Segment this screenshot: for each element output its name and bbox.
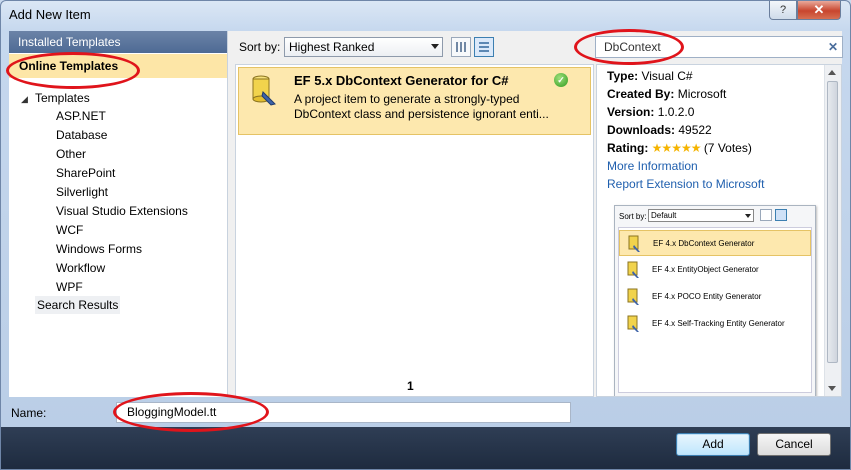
search-input-value: DbContext bbox=[604, 40, 661, 54]
detail-downloads-value: 49522 bbox=[678, 123, 712, 137]
tree-item-wcf[interactable]: WCF bbox=[56, 221, 83, 239]
preview-sort-label: Sort by: bbox=[619, 212, 647, 221]
nav-installed-templates[interactable]: Installed Templates bbox=[9, 31, 227, 53]
result-title: EF 5.x DbContext Generator for C# bbox=[294, 73, 509, 88]
sort-by-label: Sort by: bbox=[239, 40, 281, 54]
tree-item-silverlight[interactable]: Silverlight bbox=[56, 183, 108, 201]
sort-by-dropdown[interactable]: Highest Ranked bbox=[284, 37, 443, 57]
title-bar: Add New Item ? ✕ bbox=[1, 1, 850, 29]
detail-type: Type: Visual C# bbox=[607, 67, 693, 85]
preview-list-item: EF 4.x POCO Entity Generator bbox=[619, 284, 811, 310]
report-extension-link[interactable]: Report Extension to Microsoft bbox=[607, 175, 764, 193]
help-button[interactable]: ? bbox=[769, 1, 797, 20]
tree-item-vs-extensions[interactable]: Visual Studio Extensions bbox=[56, 202, 188, 220]
name-label: Name: bbox=[11, 406, 47, 420]
detail-downloads: Downloads: 49522 bbox=[607, 121, 712, 139]
preview-list-item: EF 4.x DbContext Generator bbox=[619, 230, 811, 256]
preview-template-icon bbox=[627, 315, 639, 332]
scroll-thumb[interactable] bbox=[827, 81, 838, 363]
detail-created-by: Created By: Microsoft bbox=[607, 85, 726, 103]
tree-item-wpf[interactable]: WPF bbox=[56, 278, 83, 296]
list-icon bbox=[479, 42, 489, 52]
preview-image: Sort by: Default EF 4.x DbContext Genera… bbox=[614, 205, 816, 396]
template-navigation: Installed Templates Online Templates ◢ Te… bbox=[9, 31, 228, 397]
cancel-button[interactable]: Cancel bbox=[757, 433, 831, 456]
add-button[interactable]: Add bbox=[676, 433, 750, 456]
detail-version-label: Version: bbox=[607, 105, 655, 119]
detail-type-value: Visual C# bbox=[641, 69, 693, 83]
tree-item-sharepoint[interactable]: SharePoint bbox=[56, 164, 115, 182]
tree-templates-label: Templates bbox=[35, 91, 90, 105]
list-item[interactable]: EF 5.x DbContext Generator for C# A proj… bbox=[238, 67, 591, 135]
list-view-button[interactable] bbox=[474, 37, 494, 57]
preview-item-label: EF 4.x EntityObject Generator bbox=[652, 265, 759, 274]
tree-item-other[interactable]: Other bbox=[56, 145, 86, 163]
preview-item-label: EF 4.x DbContext Generator bbox=[653, 239, 755, 248]
detail-version: Version: 1.0.2.0 bbox=[607, 103, 694, 121]
preview-item-label: EF 4.x POCO Entity Generator bbox=[652, 292, 762, 301]
tree-templates-root[interactable]: ◢ Templates bbox=[21, 89, 90, 108]
preview-list-view-icon bbox=[775, 209, 787, 221]
add-new-item-dialog: Add New Item ? ✕ Installed Templates Onl… bbox=[0, 0, 851, 470]
preview-sort-value: Default bbox=[651, 211, 677, 220]
detail-downloads-label: Downloads: bbox=[607, 123, 675, 137]
chevron-down-icon bbox=[431, 44, 439, 49]
results-list: EF 5.x DbContext Generator for C# A proj… bbox=[235, 64, 594, 397]
close-button[interactable]: ✕ bbox=[797, 1, 841, 20]
rating-stars-icon: ★★★★★ bbox=[651, 141, 702, 155]
tree-item-windows-forms[interactable]: Windows Forms bbox=[56, 240, 142, 258]
search-input[interactable]: DbContext ✕ bbox=[595, 36, 843, 58]
rating-votes: (7 Votes) bbox=[703, 141, 752, 155]
scroll-down-icon[interactable] bbox=[828, 386, 836, 391]
sort-by-value: Highest Ranked bbox=[289, 40, 375, 54]
clear-search-icon[interactable]: ✕ bbox=[828, 37, 838, 57]
name-field[interactable]: BloggingModel.tt bbox=[116, 402, 571, 423]
window-title: Add New Item bbox=[9, 7, 91, 22]
preview-list: EF 4.x DbContext Generator EF 4.x Entity… bbox=[618, 227, 812, 393]
preview-list-item: EF 4.x Self-Tracking Entity Generator bbox=[619, 311, 811, 337]
small-icons-view-button[interactable] bbox=[451, 37, 471, 57]
details-scrollbar[interactable] bbox=[824, 65, 841, 396]
page-number[interactable]: 1 bbox=[407, 379, 414, 393]
preview-grid-view-icon bbox=[760, 209, 772, 221]
preview-list-item: EF 4.x EntityObject Generator bbox=[619, 257, 811, 283]
name-field-value: BloggingModel.tt bbox=[127, 405, 217, 419]
installed-check-icon: ✓ bbox=[554, 73, 568, 87]
detail-rating: Rating: ★★★★★ (7 Votes) bbox=[607, 139, 752, 157]
tree-item-aspnet[interactable]: ASP.NET bbox=[56, 107, 106, 125]
detail-rating-label: Rating: bbox=[607, 141, 649, 155]
detail-created-label: Created By: bbox=[607, 87, 675, 101]
nav-online-templates[interactable]: Online Templates bbox=[9, 54, 227, 78]
detail-created-value: Microsoft bbox=[677, 87, 727, 101]
template-file-icon bbox=[252, 75, 276, 106]
result-description: A project item to generate a strongly-ty… bbox=[294, 92, 549, 121]
details-pane: Type: Visual C# Created By: Microsoft Ve… bbox=[596, 64, 842, 397]
nav-search-results[interactable]: Search Results bbox=[35, 296, 121, 314]
preview-item-label: EF 4.x Self-Tracking Entity Generator bbox=[652, 319, 785, 328]
preview-sort-dropdown: Default bbox=[648, 209, 754, 222]
detail-type-label: Type: bbox=[607, 69, 639, 83]
preview-chevron-down-icon bbox=[745, 214, 751, 218]
tree-item-workflow[interactable]: Workflow bbox=[56, 259, 105, 277]
collapse-arrow-icon[interactable]: ◢ bbox=[21, 90, 35, 108]
detail-version-value: 1.0.2.0 bbox=[657, 105, 695, 119]
scroll-up-icon[interactable] bbox=[828, 70, 836, 75]
tree-item-database[interactable]: Database bbox=[56, 126, 107, 144]
preview-template-icon bbox=[628, 235, 640, 252]
preview-template-icon bbox=[627, 261, 639, 278]
preview-template-icon bbox=[627, 288, 639, 305]
grid-icon bbox=[456, 42, 466, 52]
dialog-body: Installed Templates Online Templates ◢ Te… bbox=[9, 31, 843, 397]
more-information-link[interactable]: More Information bbox=[607, 157, 698, 175]
